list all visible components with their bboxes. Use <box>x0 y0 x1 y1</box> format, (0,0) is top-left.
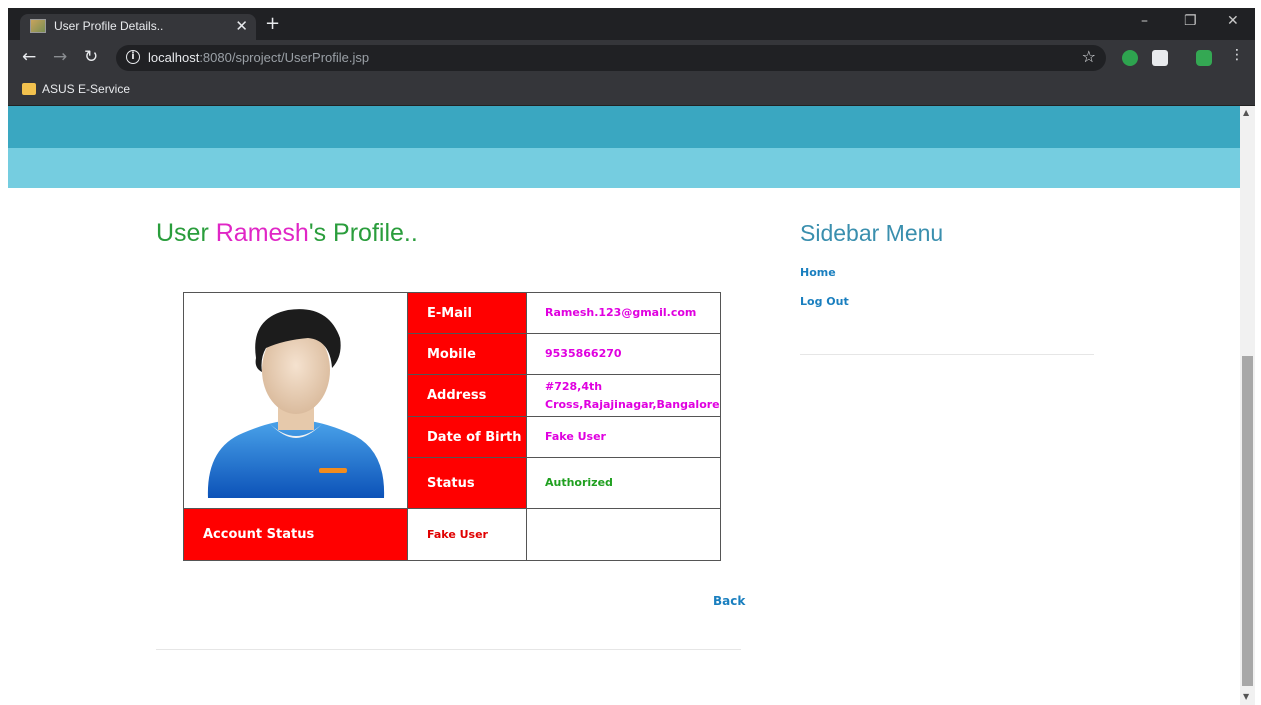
scroll-down-icon[interactable]: ▼ <box>1243 692 1249 701</box>
header-banner-bottom <box>8 148 1240 188</box>
site-info-icon[interactable]: i <box>126 50 140 64</box>
close-tab-icon[interactable]: ✕ <box>235 17 248 35</box>
header-banner-top <box>8 106 1240 148</box>
sidebar-link-logout[interactable]: Log Out <box>800 295 849 308</box>
field-label: Date of Birth <box>407 416 527 458</box>
back-arrow-icon[interactable]: ← <box>22 47 36 67</box>
account-status-value: Fake User <box>407 508 527 561</box>
user-avatar <box>207 308 384 498</box>
back-link[interactable]: Back <box>713 594 745 608</box>
profile-table: E-Mail Ramesh.123@gmail.com Mobile 95358… <box>183 292 721 561</box>
browser-tab[interactable]: User Profile Details.. ✕ <box>20 14 256 40</box>
scroll-thumb[interactable] <box>1242 356 1253 686</box>
window-close-icon[interactable]: ✕ <box>1227 13 1239 29</box>
sidebar-link-home[interactable]: Home <box>800 266 836 279</box>
extension-adblock-icon[interactable] <box>1122 50 1138 66</box>
account-status-label: Account Status <box>183 508 408 561</box>
tab-favicon-icon <box>30 19 46 33</box>
bookmark-asus-eservice[interactable]: ASUS E-Service <box>42 82 130 96</box>
dob-value: Fake User <box>526 416 721 458</box>
status-value: Authorized <box>526 457 721 509</box>
field-label: Mobile <box>407 333 527 375</box>
tab-title: User Profile Details.. <box>54 19 164 33</box>
empty-cell <box>526 508 721 561</box>
table-row: E-Mail Ramesh.123@gmail.com <box>183 292 721 509</box>
browser-titlebar: User Profile Details.. ✕ + – ❐ ✕ <box>8 8 1255 40</box>
address-value: #728,4th Cross,Rajajinagar,Bangalore <box>526 374 721 417</box>
scroll-up-icon[interactable]: ▲ <box>1243 108 1249 117</box>
minimize-icon[interactable]: – <box>1141 13 1148 29</box>
bookmark-star-icon[interactable]: ☆ <box>1082 47 1096 66</box>
new-tab-icon[interactable]: + <box>265 13 280 34</box>
sidebar-title: Sidebar Menu <box>800 220 944 246</box>
reload-icon[interactable]: ↻ <box>84 47 98 67</box>
table-row: Account Status Fake User <box>183 508 721 561</box>
bookmark-folder-icon <box>22 83 36 95</box>
field-label: E-Mail <box>407 292 527 334</box>
forward-arrow-icon[interactable]: → <box>53 47 67 67</box>
page-scrollbar[interactable]: ▲ ▼ <box>1240 106 1255 705</box>
url-text[interactable]: localhost:8080/sproject/UserProfile.jsp <box>148 50 369 65</box>
page-viewport: User Ramesh's Profile.. E-Mail Ramesh.12… <box>8 106 1240 705</box>
sidebar-divider <box>800 354 1094 355</box>
field-label: Status <box>407 457 527 509</box>
browser-toolbar: ← → ↻ i localhost:8080/sproject/UserProf… <box>8 40 1255 76</box>
email-value: Ramesh.123@gmail.com <box>526 292 721 334</box>
user-name: Ramesh <box>215 219 309 247</box>
page-title: User Ramesh's Profile.. <box>156 219 418 247</box>
bookmarks-bar: ASUS E-Service <box>8 76 1255 106</box>
restore-icon[interactable]: ❐ <box>1184 13 1197 29</box>
extension-drive-icon[interactable] <box>1152 50 1168 66</box>
field-label: Address <box>407 374 527 417</box>
mobile-value: 9535866270 <box>526 333 721 375</box>
extension-shield-icon[interactable] <box>1196 50 1212 66</box>
content-divider <box>156 649 741 650</box>
address-bar[interactable]: i localhost:8080/sproject/UserProfile.js… <box>116 45 1106 71</box>
browser-menu-icon[interactable]: ⋮ <box>1230 47 1244 63</box>
avatar-cell <box>183 292 408 509</box>
